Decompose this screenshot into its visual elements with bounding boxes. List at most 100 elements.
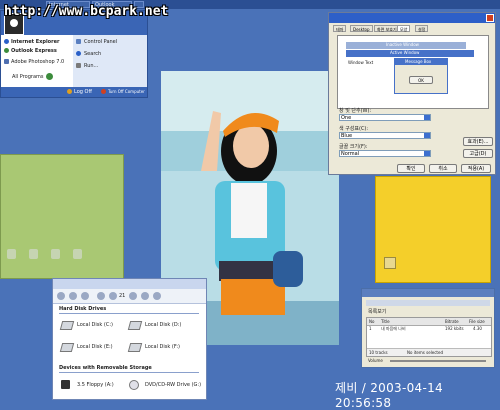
- active-window-label: Active Window: [390, 50, 420, 55]
- folders-icon[interactable]: [109, 292, 117, 300]
- desktop-icon-4[interactable]: [73, 249, 82, 259]
- effects-button[interactable]: 효과(E)...: [463, 137, 493, 146]
- row-no: 1: [369, 326, 372, 331]
- green-sticky-note[interactable]: [0, 154, 124, 279]
- hard-drive-icon: [59, 343, 75, 352]
- playlist-table: No Title Bitrate File size 1 내 마음에 나비 19…: [366, 317, 492, 357]
- row-size: 4.30: [473, 326, 482, 331]
- copy-to-icon[interactable]: [141, 292, 149, 300]
- drive-label: DVD/CD-RW Drive (G:): [145, 382, 202, 388]
- active-window-bar: Active Window: [346, 50, 474, 57]
- start-item-label: Outlook Express: [11, 48, 57, 54]
- outlook-express-icon: [4, 48, 9, 53]
- media-player-window: 목록보기 No Title Bitrate File size 1 내 마음에 …: [361, 288, 495, 368]
- message-box-preview: Message Box OK: [394, 58, 448, 94]
- chevron-down-icon: [424, 151, 430, 156]
- start-menu-footer: Log Off Turn Off Computer: [1, 87, 147, 97]
- message-box-label: Message Box: [405, 59, 432, 64]
- playlist-status: 10 tracks No items selected: [367, 348, 491, 356]
- font-size-select[interactable]: Normal: [339, 150, 431, 157]
- ok-button[interactable]: 확인: [397, 164, 425, 173]
- player-titlebar: [362, 289, 494, 297]
- control-panel-icon: [76, 39, 81, 44]
- power-icon: [101, 89, 106, 94]
- drive-label: 3.5 Floppy (A:): [77, 382, 114, 388]
- inactive-window-bar: Inactive Window: [346, 42, 466, 49]
- log-off-icon: [67, 89, 72, 94]
- search-icon: [76, 51, 81, 56]
- table-row[interactable]: 1 내 마음에 나비 192 kbits 4.30: [367, 326, 491, 332]
- turn-off-label: Turn Off Computer: [108, 89, 145, 94]
- color-scheme-value: Blue: [341, 133, 353, 139]
- style-value: One: [341, 115, 352, 121]
- tab-desktop[interactable]: Desktop: [350, 25, 373, 32]
- tab-settings[interactable]: 설정: [415, 25, 429, 32]
- selection-status: No items selected: [407, 350, 443, 355]
- preview-ok-button: OK: [409, 76, 433, 84]
- col-bitrate[interactable]: Bitrate: [445, 319, 459, 325]
- my-computer-window: 21 Hard Disk Drives Local Disk (C:) Loca…: [52, 278, 207, 400]
- all-programs-button[interactable]: All Programs: [4, 73, 70, 82]
- forward-icon[interactable]: [69, 292, 77, 300]
- hard-disk-header: Hard Disk Drives: [59, 306, 107, 312]
- display-properties-dialog: 테마 Desktop 화면 보호기 모양 설정 Inactive Window …: [328, 12, 496, 175]
- arrow-right-icon: [46, 73, 53, 80]
- dialog-titlebar: [329, 13, 495, 23]
- hard-drive-icon: [127, 321, 143, 330]
- style-select[interactable]: One: [339, 114, 431, 121]
- start-menu-places: Control Panel Search Run...: [73, 35, 147, 87]
- move-to-icon[interactable]: [129, 292, 137, 300]
- desktop-icon-2[interactable]: [29, 249, 38, 259]
- photoshop-icon: [4, 59, 9, 64]
- photo-datestamp: 제비 / 2003-04-14 20:56:58: [335, 381, 443, 410]
- explorer-toolbar: 21: [53, 289, 206, 304]
- row-title: 내 마음에 나비: [381, 326, 406, 331]
- back-icon[interactable]: [57, 292, 65, 300]
- col-size[interactable]: File size: [469, 319, 485, 325]
- desktop-icon-3[interactable]: [51, 249, 60, 259]
- volume-slider[interactable]: [390, 360, 486, 362]
- advanced-button[interactable]: 고급(D): [463, 149, 493, 158]
- toolbar-count: 21: [119, 293, 126, 299]
- explorer-titlebar: [53, 279, 206, 289]
- cd-drive-icon: [129, 380, 139, 390]
- hard-drive-icon: [59, 321, 75, 330]
- inactive-window-label: Inactive Window: [386, 42, 419, 47]
- apply-button[interactable]: 적용(A): [461, 164, 491, 173]
- section-divider: [59, 372, 199, 373]
- start-item-label: Run...: [84, 63, 99, 69]
- playlist-header: No Title Bitrate File size: [367, 318, 491, 326]
- tab-screensaver[interactable]: 화면 보호기: [374, 25, 400, 32]
- start-menu-programs: Internet Explorer Outlook Express Adobe …: [1, 35, 73, 87]
- cancel-button[interactable]: 취소: [429, 164, 457, 173]
- chevron-down-icon: [424, 133, 430, 138]
- col-no[interactable]: No: [369, 319, 374, 325]
- appearance-preview: Inactive Window Active Window Window Tex…: [337, 35, 489, 109]
- desktop-icon-1[interactable]: [7, 249, 16, 259]
- volume-label: Volume: [368, 358, 383, 363]
- yellow-sticky-note[interactable]: [375, 176, 491, 283]
- drive-label: Local Disk (C:): [77, 322, 113, 328]
- run-icon: [76, 63, 81, 68]
- player-controls[interactable]: [366, 300, 490, 306]
- tab-appearance[interactable]: 모양: [397, 25, 411, 32]
- section-divider: [59, 313, 199, 314]
- start-item-label: Search: [84, 51, 102, 57]
- site-watermark: http://www.bcpark.net: [4, 4, 169, 19]
- col-title[interactable]: Title: [381, 319, 390, 325]
- start-item-label: Adobe Photoshop 7.0: [11, 59, 65, 65]
- color-scheme-select[interactable]: Blue: [339, 132, 431, 139]
- search-icon[interactable]: [97, 292, 105, 300]
- row-bitrate: 192 kbits: [445, 326, 464, 331]
- message-box-title: Message Box: [395, 59, 447, 65]
- up-icon[interactable]: [81, 292, 89, 300]
- internet-explorer-icon: [4, 39, 9, 44]
- removable-header: Devices with Removable Storage: [59, 365, 152, 371]
- drive-label: Local Disk (F:): [145, 344, 180, 350]
- font-size-value: Normal: [341, 151, 360, 157]
- recycle-bin-icon[interactable]: [384, 257, 396, 269]
- tab-themes[interactable]: 테마: [333, 25, 347, 32]
- hard-drive-icon: [127, 343, 143, 352]
- close-icon[interactable]: [486, 14, 494, 22]
- views-icon[interactable]: [153, 292, 161, 300]
